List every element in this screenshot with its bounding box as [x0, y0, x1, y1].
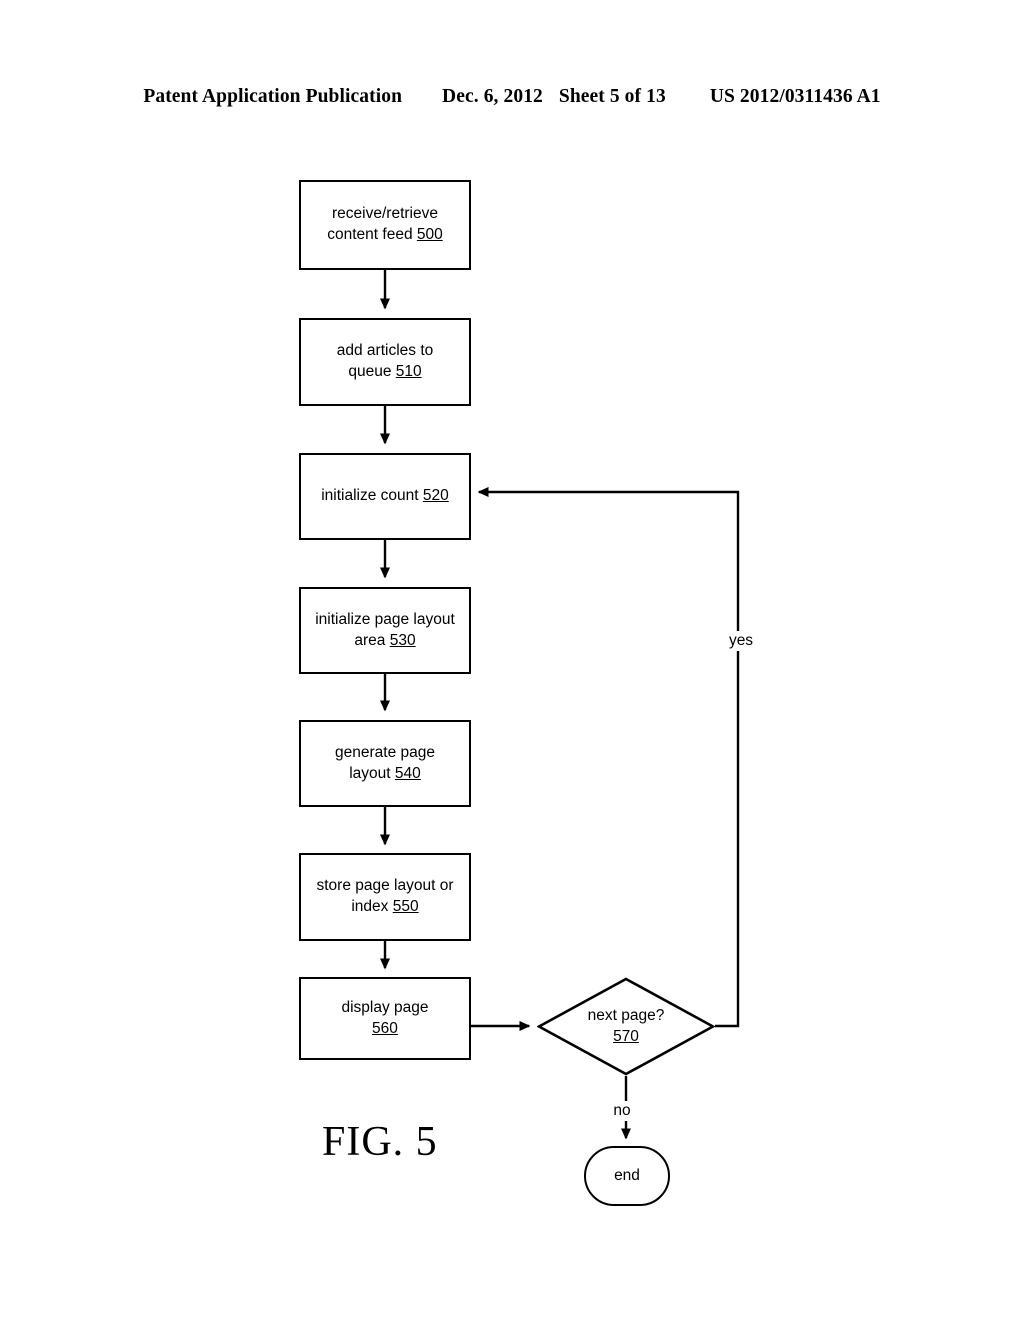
process-box-label: store page layout or index 550 — [316, 876, 453, 918]
process-box-label: generate page layout 540 — [335, 743, 435, 785]
patent-figure-page: Patent Application Publication Dec. 6, 2… — [0, 0, 1024, 1320]
process-box-initialize-count[interactable]: initialize count 520 — [299, 453, 471, 540]
reference-numeral-570: 570 — [613, 1027, 639, 1045]
process-box-line1: display page — [341, 998, 429, 1016]
process-box-line2: area — [354, 631, 390, 649]
process-box-receive-retrieve-content-feed[interactable]: receive/retrieve content feed 500 — [299, 180, 471, 270]
process-box-initialize-page-layout-area[interactable]: initialize page layout area 530 — [299, 587, 471, 674]
process-box-display-page[interactable]: display page 560 — [299, 977, 471, 1060]
process-box-label: receive/retrieve content feed 500 — [327, 204, 443, 246]
process-box-label: initialize page layout area 530 — [315, 610, 455, 652]
process-box-store-page-layout-or-index[interactable]: store page layout or index 550 — [299, 853, 471, 941]
decision-label: next page? 570 — [537, 977, 715, 1076]
process-box-line1: receive/retrieve — [332, 205, 438, 223]
process-box-label: add articles to queue 510 — [337, 341, 434, 383]
reference-numeral-500: 500 — [416, 226, 443, 243]
reference-numeral-550: 550 — [392, 898, 419, 915]
process-box-line2: layout — [349, 764, 395, 782]
process-box-line2: content feed — [327, 226, 417, 243]
process-box-line1: store page layout or — [316, 877, 454, 895]
flowchart-connectors — [380, 270, 740, 1140]
reference-numeral-540: 540 — [394, 764, 421, 782]
reference-numeral-520: 520 — [422, 487, 449, 505]
process-box-line1: add articles to — [336, 342, 434, 360]
flowchart-diagram: receive/retrieve content feed 500 add ar… — [0, 0, 1024, 1320]
process-box-line2: queue — [348, 363, 396, 380]
decision-diamond-next-page[interactable]: next page? 570 — [537, 977, 715, 1076]
reference-numeral-510: 510 — [395, 363, 422, 380]
process-box-generate-page-layout[interactable]: generate page layout 540 — [299, 720, 471, 807]
process-box-line1: initialize count — [321, 487, 423, 505]
figure-caption: FIG. 5 — [322, 1119, 438, 1165]
process-box-label: initialize count 520 — [321, 486, 449, 507]
process-box-line1: generate page — [335, 743, 435, 761]
process-box-add-articles-to-queue[interactable]: add articles to queue 510 — [299, 318, 471, 406]
reference-numeral-530: 530 — [389, 631, 416, 649]
terminator-label: end — [614, 1167, 640, 1184]
connector-570-yes-to-520 — [477, 487, 740, 1028]
edge-label-yes: yes — [714, 631, 768, 651]
process-box-line2: index — [351, 898, 393, 915]
terminator-end-node[interactable]: end — [584, 1146, 670, 1206]
decision-question-text: next page? — [587, 1007, 665, 1025]
edge-label-no: no — [604, 1101, 640, 1121]
process-box-line1: initialize page layout — [315, 610, 455, 628]
process-box-label: display page 560 — [341, 998, 428, 1040]
reference-numeral-560: 560 — [372, 1019, 398, 1037]
